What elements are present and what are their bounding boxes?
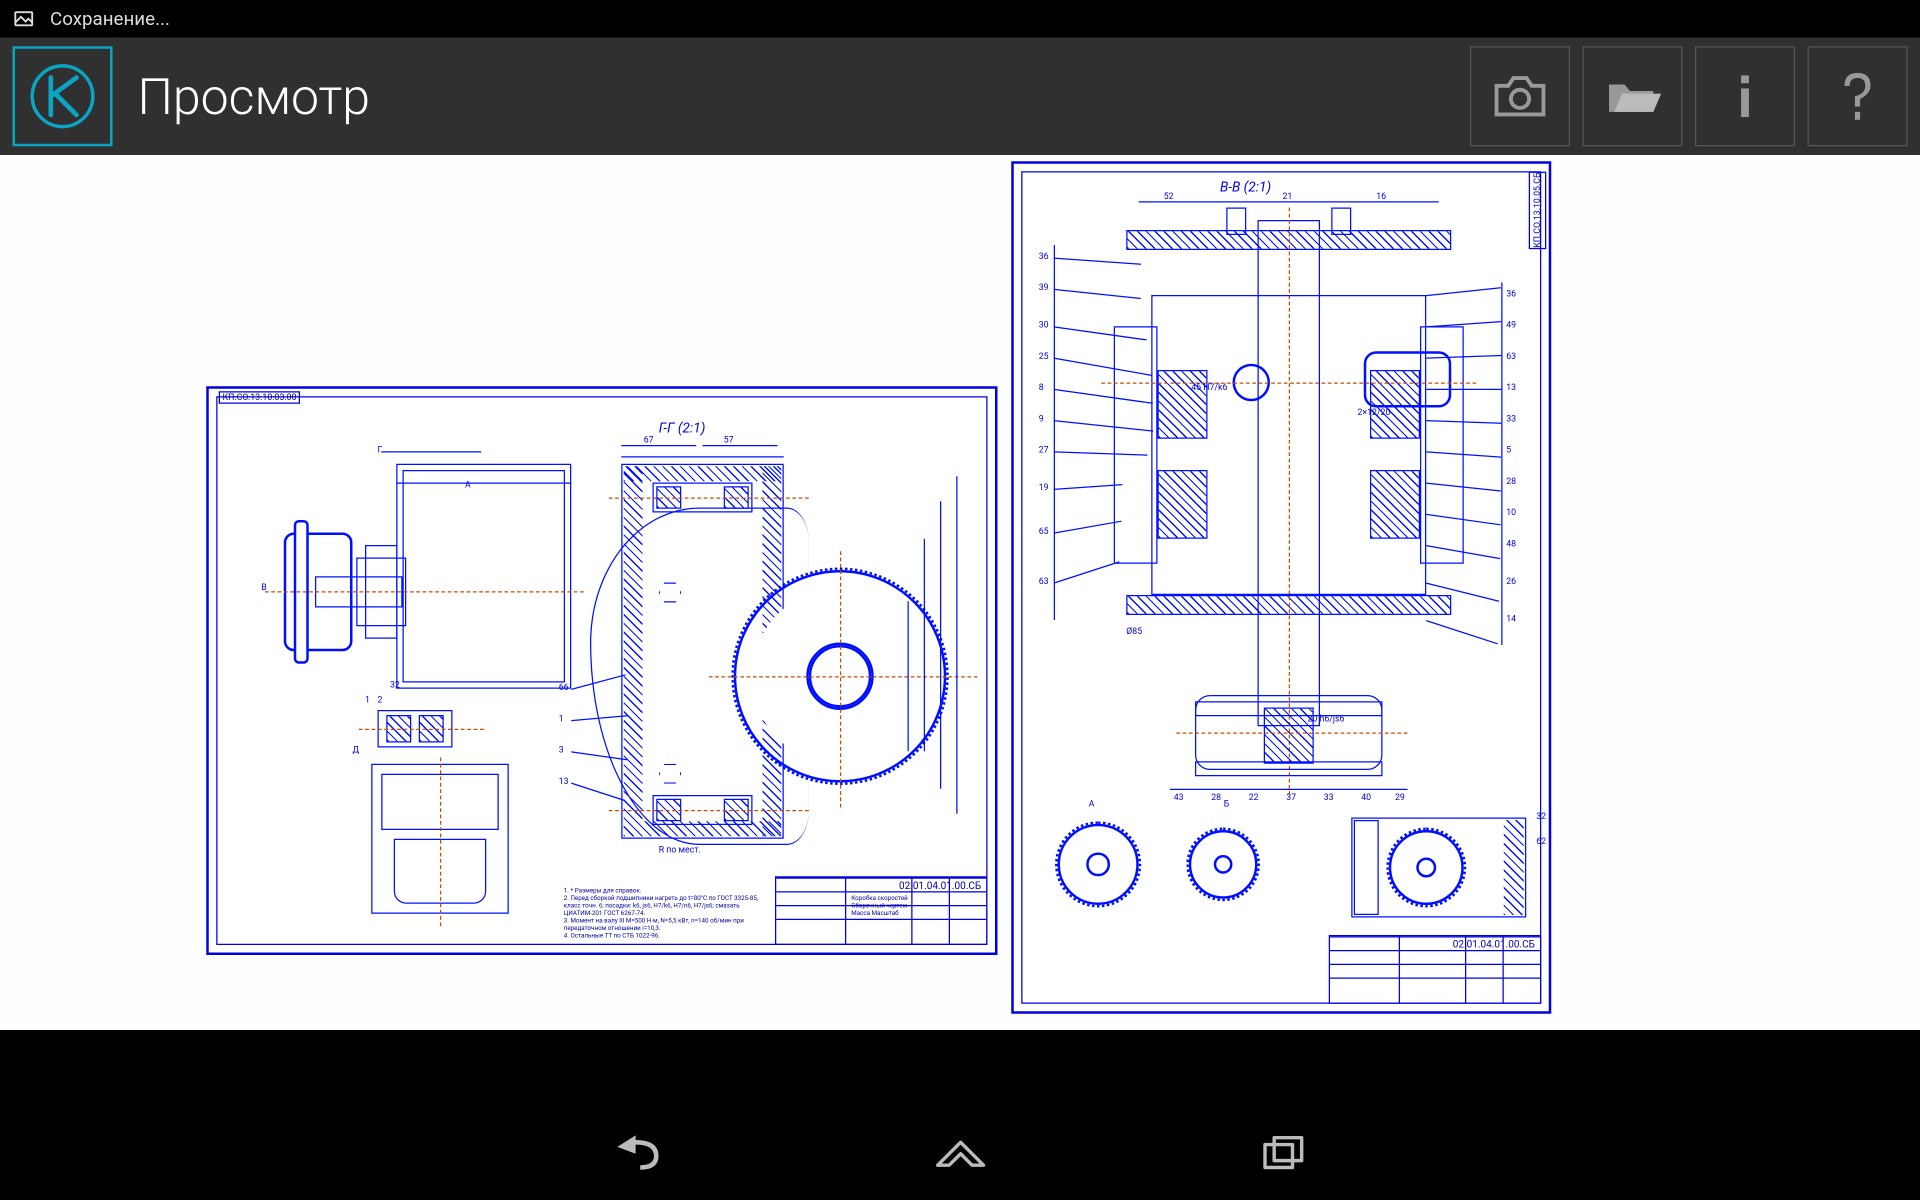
viewer-canvas[interactable]: КП.СО.13.10.03.00 Г-Г (2:1) — [0, 155, 1920, 1108]
sheet2-frame-code: КП.СО.13.10.05.СБ — [1529, 171, 1547, 249]
callout: 5 — [1506, 445, 1511, 455]
callout: 28 — [1506, 476, 1516, 486]
detail-label: А — [1089, 799, 1095, 809]
android-navbar — [0, 1108, 1920, 1200]
callout: 25 — [1039, 351, 1049, 361]
camera-button[interactable] — [1470, 46, 1570, 146]
nav-home-button[interactable] — [923, 1126, 998, 1182]
callout: 9 — [1039, 414, 1044, 424]
callout: 13 — [1506, 383, 1516, 393]
drawing-sheet-2[interactable]: КП.СО.13.10.05.СБ В-В (2:1) — [1011, 161, 1551, 1014]
callout: 52 — [1164, 191, 1174, 201]
callout: 21 — [1283, 191, 1293, 201]
dim: 2×12/20 — [1358, 408, 1391, 418]
info-button[interactable] — [1695, 46, 1795, 146]
callout: 37 — [1286, 793, 1296, 803]
dim: Ø85 — [1126, 626, 1142, 636]
callout: 49 — [1506, 320, 1516, 330]
callout: 29 — [1395, 793, 1405, 803]
android-statusbar: Сохранение... — [0, 0, 1920, 38]
callout: 22 — [1249, 793, 1259, 803]
sheet2-drawing-number: 02.01.04.01.00.СБ — [1453, 939, 1535, 950]
dim: 45 H7/k6 — [1191, 383, 1227, 393]
callout: 32 — [1536, 811, 1546, 821]
sheet1-titleblock: 02.01.04.01.00.СБ Коробка скоростей Сбор… — [775, 876, 988, 945]
callout: 32 — [390, 680, 400, 690]
viewer-padding — [0, 1030, 1920, 1108]
sheet2-section-label: В-В (2:1) — [1220, 179, 1271, 195]
sheet1-notes: 1. * Размеры для справок. 2. Перед сборк… — [564, 888, 764, 941]
callout: 14 — [1506, 614, 1516, 624]
dim: 67 — [644, 435, 654, 445]
picture-icon — [13, 8, 36, 31]
sheet1-section-label: Г-Г (2:1) — [659, 420, 706, 436]
callout: 1 — [559, 714, 564, 724]
detail-label: Б — [1224, 799, 1230, 809]
callout: 66 — [559, 683, 569, 693]
sheet1-drawing-number: 02.01.04.01.00.СБ — [899, 880, 981, 891]
callout: 63 — [1039, 576, 1049, 586]
callout: Д — [353, 745, 360, 755]
nav-recent-button[interactable] — [1248, 1126, 1323, 1182]
open-folder-button[interactable] — [1583, 46, 1683, 146]
app-logo-icon[interactable] — [13, 46, 113, 146]
callout: 48 — [1506, 539, 1516, 549]
callout: В — [261, 583, 266, 593]
callout: 2 — [378, 695, 383, 705]
app-actionbar: Просмотр — [0, 38, 1920, 156]
sheet2-titleblock: 02.01.04.01.00.СБ — [1329, 935, 1542, 1004]
callout: 26 — [1506, 576, 1516, 586]
callout: 16 — [1376, 191, 1386, 201]
drawing-sheet-1[interactable]: КП.СО.13.10.03.00 Г-Г (2:1) — [206, 386, 997, 955]
callout: 3 — [559, 745, 564, 755]
callout: 62 — [1536, 836, 1546, 846]
callout: Г — [378, 445, 383, 455]
callout: 40 — [1361, 793, 1371, 803]
callout: 10 — [1506, 508, 1516, 518]
callout: 8 — [1039, 383, 1044, 393]
dim: 20 h6/js6 — [1308, 714, 1345, 724]
callout: 19 — [1039, 483, 1049, 493]
callout: 13 — [559, 776, 569, 786]
sheet1-frame-code: КП.СО.13.10.03.00 — [219, 391, 301, 404]
statusbar-text: Сохранение... — [50, 8, 170, 31]
callout: 33 — [1324, 793, 1334, 803]
callout: 65 — [1039, 526, 1049, 536]
callout: 1 — [365, 695, 370, 705]
page-title: Просмотр — [138, 67, 1458, 126]
callout: 30 — [1039, 320, 1049, 330]
dim: 57 — [724, 435, 734, 445]
callout: 63 — [1506, 351, 1516, 361]
callout: А — [465, 480, 471, 490]
nav-back-button[interactable] — [598, 1126, 673, 1182]
callout: 33 — [1506, 414, 1516, 424]
callout: 28 — [1211, 793, 1221, 803]
callout: 36 — [1039, 251, 1049, 261]
callout: 27 — [1039, 445, 1049, 455]
callout: 43 — [1174, 793, 1184, 803]
callout: 36 — [1506, 289, 1516, 299]
help-button[interactable] — [1808, 46, 1908, 146]
callout: 39 — [1039, 283, 1049, 293]
